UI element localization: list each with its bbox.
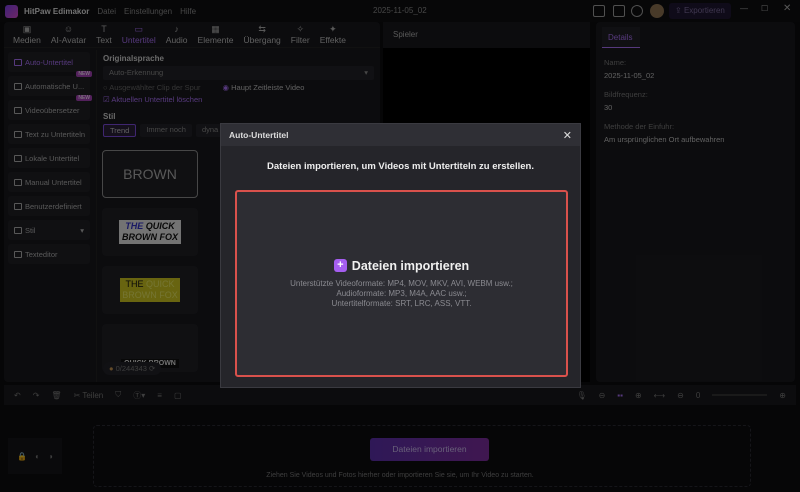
- import-label: Dateien importieren: [351, 258, 470, 273]
- audio-formats: Audioformate: MP3, M4A, AAC usw.;: [336, 288, 467, 298]
- dialog-title: Auto-Untertitel: [229, 130, 289, 140]
- import-files-dialog-button[interactable]: + Dateien importieren: [333, 258, 470, 273]
- dialog-heading: Dateien importieren, um Videos mit Unter…: [267, 161, 534, 172]
- close-icon[interactable]: ✕: [563, 129, 572, 142]
- video-formats: Unterstützte Videoformate: MP4, MOV, MKV…: [290, 278, 513, 288]
- file-drop-zone[interactable]: + Dateien importieren Unterstützte Videof…: [235, 190, 568, 377]
- plus-icon: +: [333, 259, 347, 272]
- auto-subtitle-dialog: Auto-Untertitel ✕ Dateien importieren, um…: [220, 123, 581, 388]
- subtitle-formats: Untertitelformate: SRT, LRC, ASS, VTT.: [331, 298, 472, 308]
